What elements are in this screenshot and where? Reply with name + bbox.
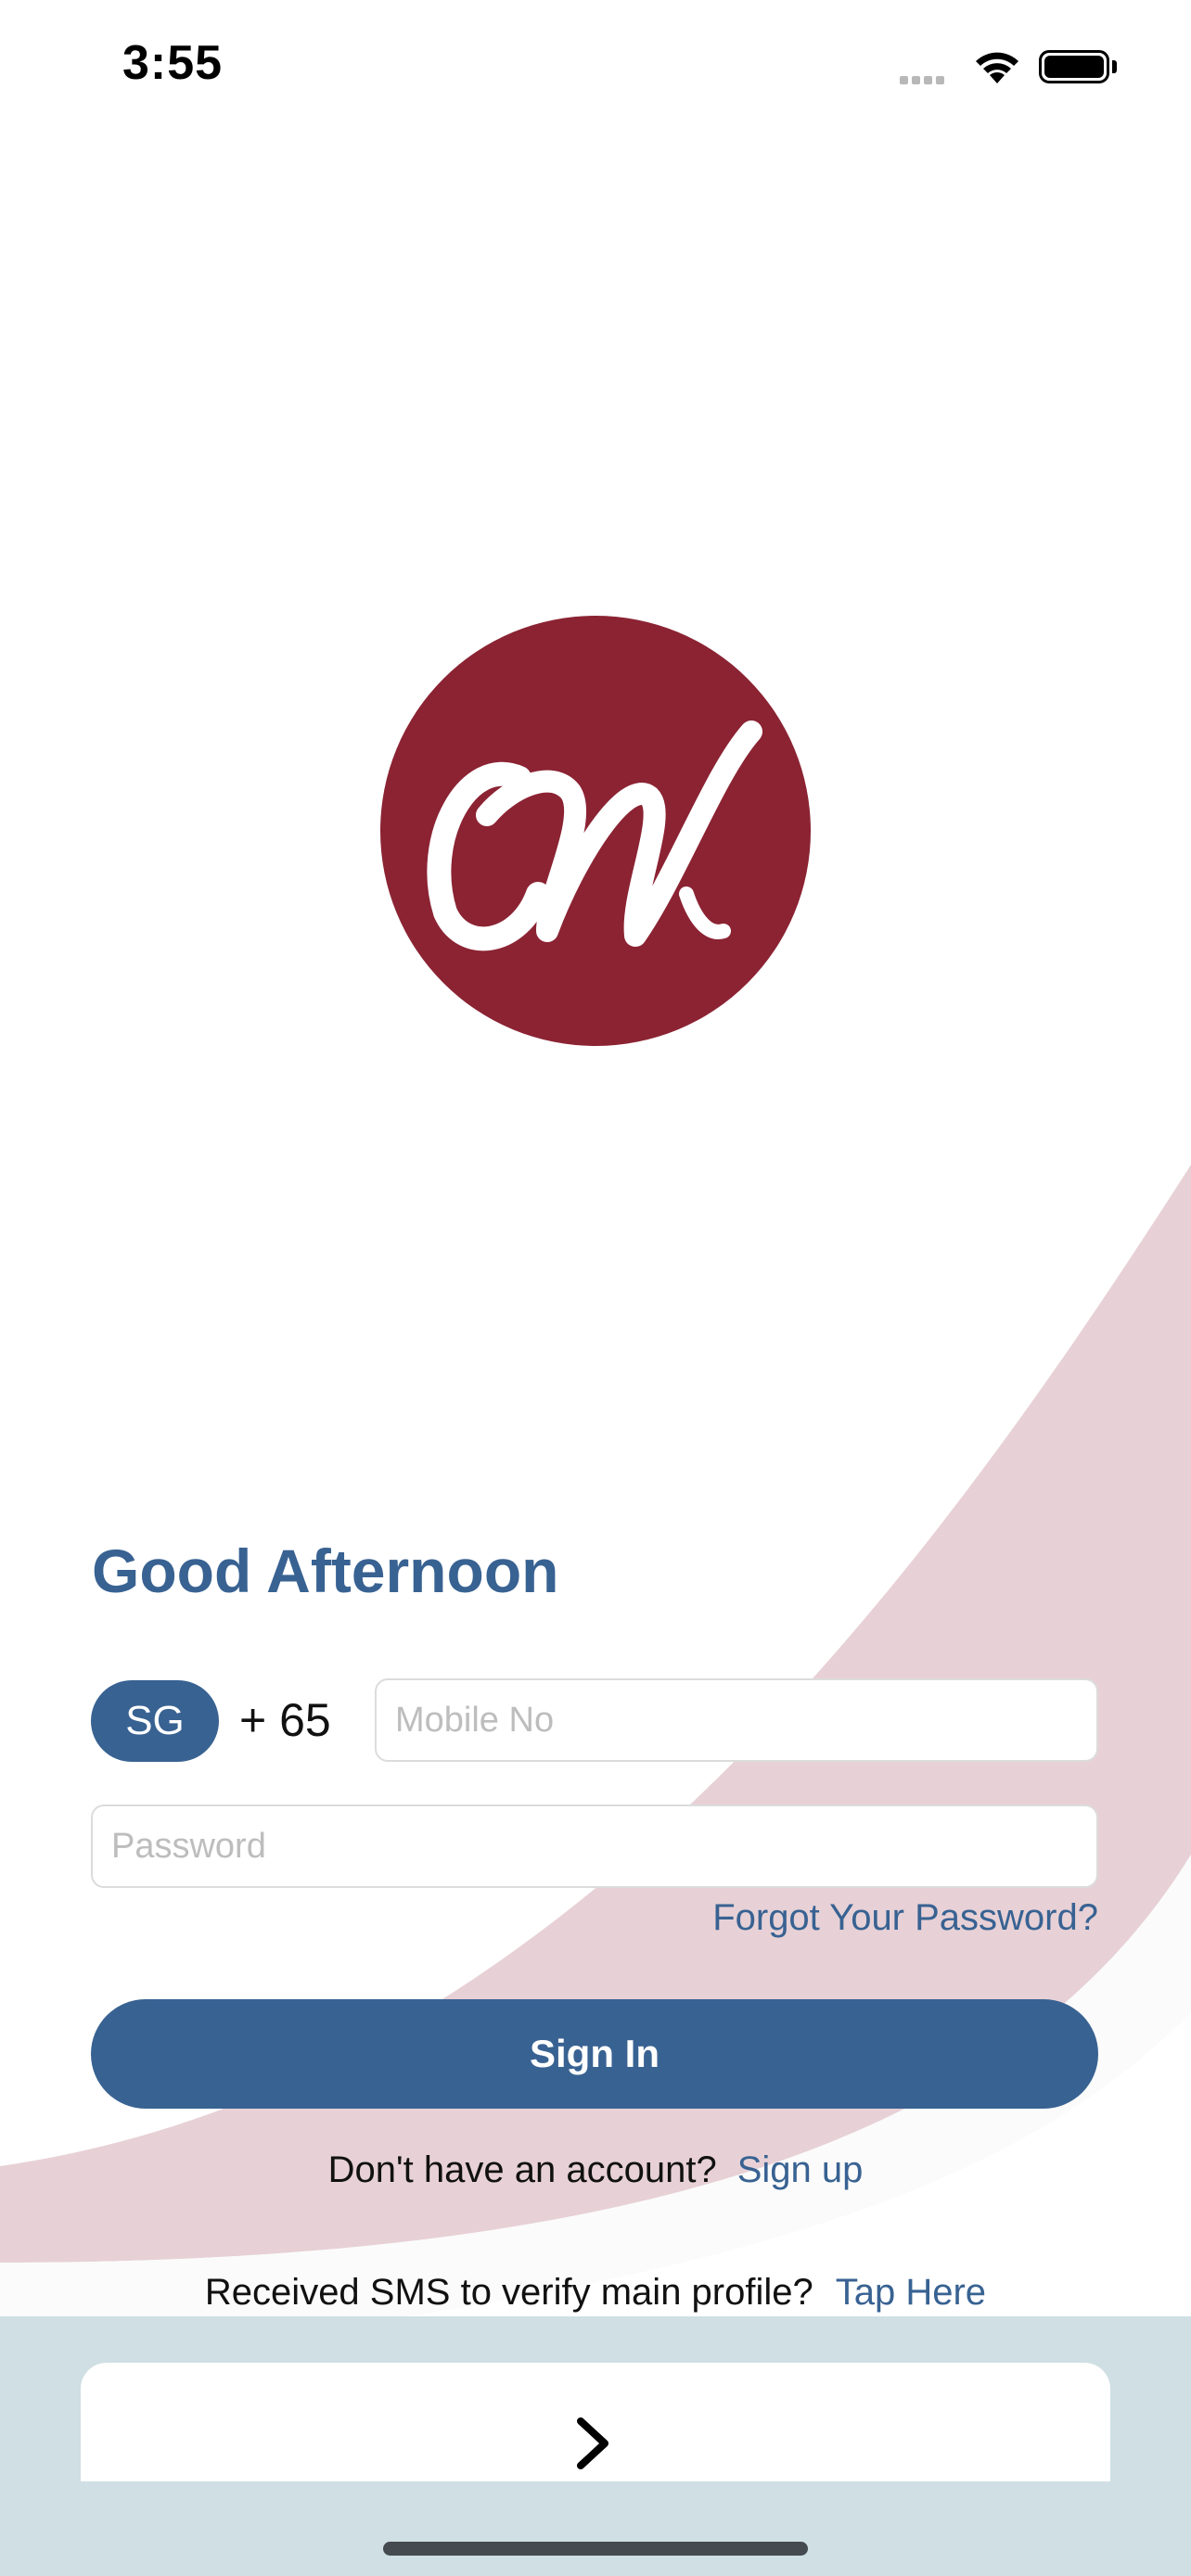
chevron-right-icon[interactable] <box>573 2417 614 2470</box>
forgot-password-link[interactable]: Forgot Your Password? <box>712 1897 1098 1939</box>
country-code-label: + 65 <box>239 1694 331 1746</box>
cellular-signal-icon <box>900 72 948 89</box>
signup-prompt: Don't have an account? <box>327 2149 717 2190</box>
sign-in-button[interactable]: Sign In <box>91 1999 1098 2109</box>
sms-prompt: Received SMS to verify main profile? <box>204 2272 813 2313</box>
status-time: 3:55 <box>122 36 224 90</box>
signup-row: Don't have an account? Sign up <box>0 2149 1191 2191</box>
mobile-number-input[interactable] <box>375 1678 1098 1762</box>
home-indicator <box>383 2542 808 2556</box>
password-input[interactable] <box>91 1804 1098 1888</box>
brand-logo <box>380 616 811 1046</box>
tap-here-link[interactable]: Tap Here <box>836 2272 986 2313</box>
battery-icon <box>1039 50 1109 83</box>
battery-tip <box>1112 60 1117 73</box>
greeting-title: Good Afternoon <box>92 1537 559 1605</box>
sign-up-link[interactable]: Sign up <box>737 2149 864 2190</box>
wifi-icon <box>976 52 1018 83</box>
status-bar: 3:55 <box>0 0 1191 139</box>
script-m-logo-icon <box>427 721 762 951</box>
sms-verify-row: Received SMS to verify main profile? Tap … <box>0 2272 1191 2314</box>
country-selector-button[interactable]: SG <box>91 1680 219 1762</box>
